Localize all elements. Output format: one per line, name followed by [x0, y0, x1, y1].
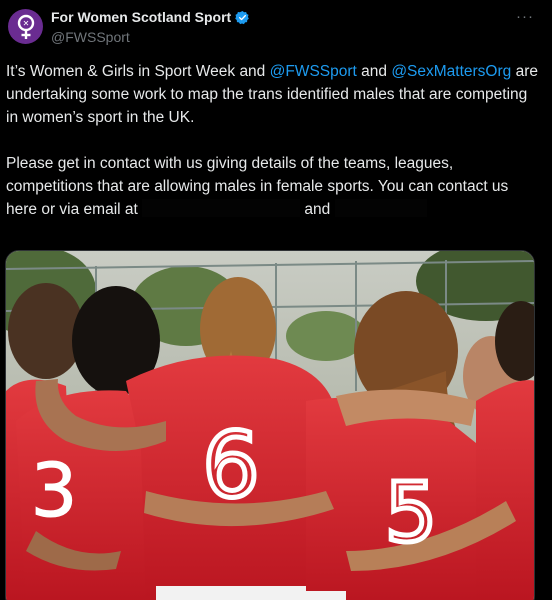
mention-sexmattersorg-link[interactable]: @SexMattersOrg [391, 63, 511, 80]
tweet-card[interactable]: ✕ For Women Scotland Sport @FWSSport ···… [0, 0, 552, 600]
jersey-number: 5 [385, 466, 437, 561]
more-options-icon[interactable]: ··· [516, 8, 534, 25]
avatar[interactable]: ✕ [8, 9, 43, 44]
redacted-email-1 [142, 199, 301, 217]
tweet-text: It’s Women & Girls in Sport Week and @FW… [6, 60, 541, 221]
tweet-text-segment: It’s Women & Girls in Sport Week and [6, 63, 270, 80]
mention-fwssport-link[interactable]: @FWSSport [270, 63, 357, 80]
venus-symbol-icon: ✕ [17, 14, 34, 39]
author-handle[interactable]: @FWSSport [51, 29, 130, 45]
author-name-row[interactable]: For Women Scotland Sport [51, 9, 250, 25]
team-huddle-photo: 3 6 5 [6, 251, 534, 600]
tweet-paragraph-1: It’s Women & Girls in Sport Week and @FW… [6, 60, 541, 129]
tweet-text-segment: and [356, 63, 392, 80]
verified-badge-icon [235, 10, 250, 24]
jersey-number: 3 [30, 448, 77, 534]
tweet-header: ✕ For Women Scotland Sport @FWSSport ··· [0, 0, 552, 54]
tweet-media-photo[interactable]: 3 6 5 [5, 250, 535, 600]
tweet-paragraph-2: Please get in contact with us giving det… [6, 152, 541, 221]
jersey-number: 6 [202, 413, 259, 518]
author-display-name[interactable]: For Women Scotland Sport [51, 9, 231, 25]
redacted-email-2 [334, 199, 427, 217]
svg-text:✕: ✕ [22, 19, 29, 28]
tweet-text-segment: and [300, 201, 335, 218]
